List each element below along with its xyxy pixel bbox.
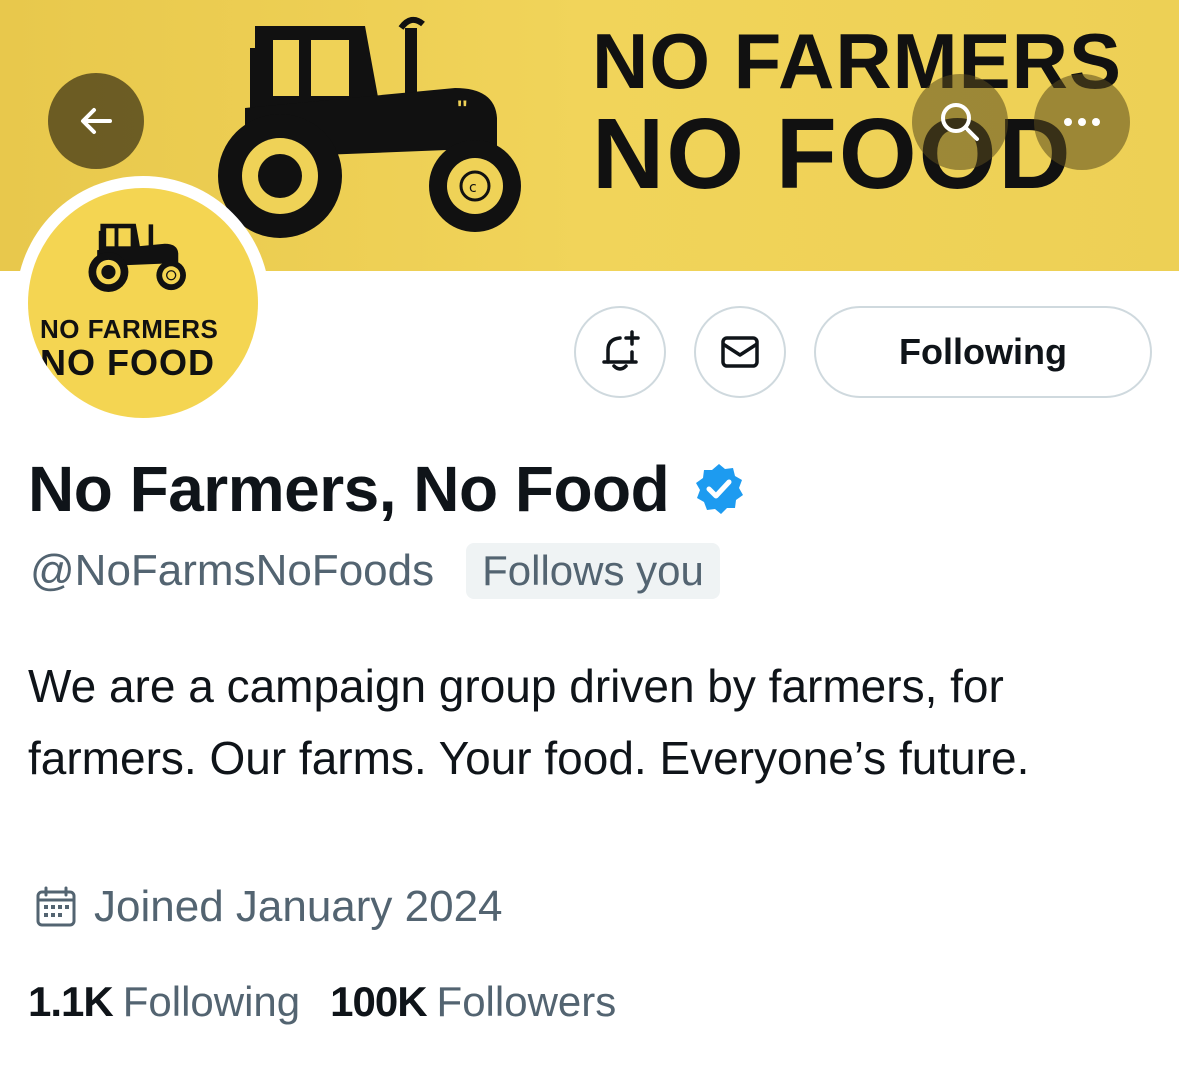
followers-count: 100K	[330, 978, 427, 1025]
avatar-text-line-2: NO FOOD	[40, 342, 215, 383]
envelope-icon	[721, 336, 759, 368]
followers-stat[interactable]: 100K Followers	[330, 978, 616, 1026]
followers-label: Followers	[436, 978, 617, 1025]
following-stat[interactable]: 1.1K Following	[28, 978, 300, 1026]
following-count: 1.1K	[28, 978, 114, 1025]
arrow-left-icon	[81, 108, 112, 134]
handle-row: @NoFarmsNoFoods Follows you	[30, 543, 720, 599]
more-horizontal-icon	[1064, 118, 1100, 126]
banner-line-1: NO FARMERS	[592, 17, 1123, 105]
message-button[interactable]	[694, 306, 786, 398]
stats-row: 1.1K Following 100K Followers	[28, 978, 616, 1026]
search-button[interactable]	[912, 74, 1008, 170]
tractor-logo: '' c	[218, 16, 521, 238]
profile-page: '' c NO FARMERS NO FOOD NO FARMERS NO FO…	[0, 0, 1179, 1069]
calendar-icon	[36, 886, 76, 927]
avatar-text-line-1: NO FARMERS	[40, 314, 219, 344]
follows-you-badge: Follows you	[466, 543, 720, 599]
search-icon	[941, 103, 979, 141]
more-button[interactable]	[1034, 74, 1130, 170]
back-button[interactable]	[48, 73, 144, 169]
avatar-tractor-logo	[88, 223, 186, 292]
bio: We are a campaign group driven by farmer…	[28, 660, 1030, 784]
joined-date: Joined January 2024	[94, 882, 503, 931]
verified-badge-icon[interactable]	[691, 461, 747, 517]
avatar[interactable]: NO FARMERS NO FOOD	[28, 188, 258, 418]
notifications-button[interactable]	[574, 306, 666, 398]
bell-plus-icon	[602, 330, 640, 371]
name-row: No Farmers, No Food	[28, 452, 747, 526]
joined-row: Joined January 2024	[34, 882, 503, 932]
svg-text:'': ''	[457, 96, 467, 121]
svg-text:c: c	[469, 180, 477, 196]
display-name: No Farmers, No Food	[28, 453, 670, 525]
handle: @NoFarmsNoFoods	[30, 546, 435, 595]
following-label: Following	[122, 978, 301, 1025]
following-button[interactable]: Following	[814, 306, 1152, 398]
